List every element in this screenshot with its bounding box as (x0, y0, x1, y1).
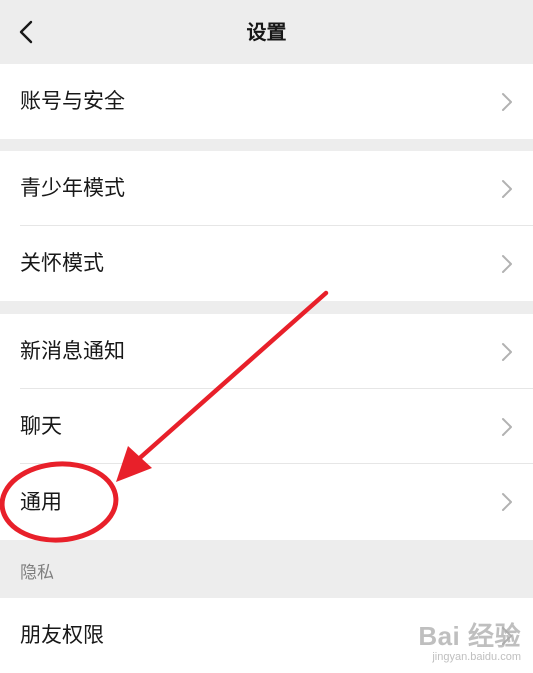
settings-group-account: 账号与安全 (0, 64, 533, 139)
chevron-right-icon (502, 180, 512, 198)
row-notifications[interactable]: 新消息通知 (0, 314, 533, 389)
row-care-mode[interactable]: 关怀模式 (0, 226, 533, 301)
settings-group-general: 新消息通知 聊天 通用 (0, 314, 533, 540)
chevron-right-icon (502, 343, 512, 361)
watermark-site: jingyan.baidu.com (432, 651, 521, 663)
watermark: Bai 经验 jingyan.baidu.com (418, 616, 521, 663)
page-title: 设置 (246, 20, 287, 44)
row-general[interactable]: 通用 (0, 464, 533, 540)
chevron-right-icon (502, 93, 512, 111)
row-label: 账号与安全 (20, 89, 125, 113)
row-label: 关怀模式 (20, 251, 104, 275)
settings-group-modes: 青少年模式 关怀模式 (0, 151, 533, 301)
chevron-right-icon (502, 255, 512, 273)
row-label: 青少年模式 (20, 176, 125, 200)
row-chat[interactable]: 聊天 (0, 389, 533, 464)
section-title: 隐私 (20, 563, 54, 583)
section-header-privacy: 隐私 (0, 540, 533, 598)
nav-bar: 设置 (0, 0, 533, 64)
row-account-security[interactable]: 账号与安全 (0, 64, 533, 139)
row-teen-mode[interactable]: 青少年模式 (0, 151, 533, 226)
row-label: 新消息通知 (20, 339, 125, 363)
row-label: 通用 (20, 490, 62, 514)
watermark-brand: Bai 经验 (418, 621, 521, 651)
chevron-right-icon (502, 418, 512, 436)
row-label: 朋友权限 (20, 623, 104, 647)
row-label: 聊天 (20, 414, 62, 438)
chevron-right-icon (502, 493, 512, 511)
